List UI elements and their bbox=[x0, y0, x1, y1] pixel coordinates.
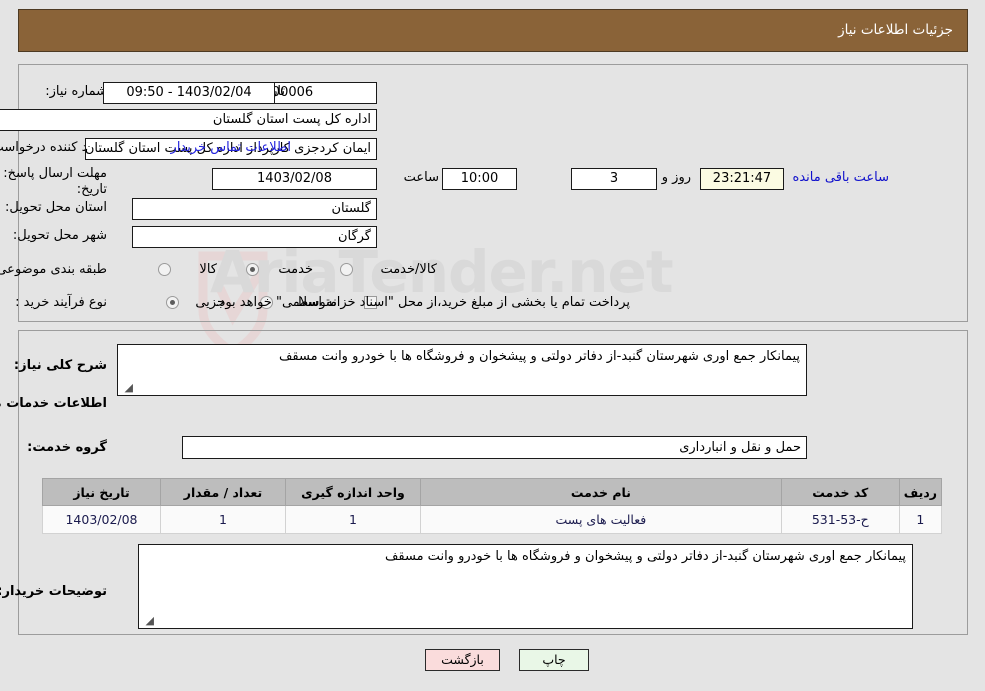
th-quantity: تعداد / مقدار bbox=[160, 478, 286, 506]
service-group-field[interactable]: حمل و نقل و انبارداری bbox=[182, 436, 807, 459]
need-description-text: پیمانکار جمع اوری شهرستان گنبد-از دفاتر … bbox=[278, 349, 800, 364]
table-row[interactable]: 1 ح-53-531 فعالیت های پست 1 1 1403/02/08 bbox=[42, 505, 943, 534]
label-delivery-city: شهر محل تحویل: bbox=[12, 228, 107, 243]
deadline-days-field[interactable]: 3 bbox=[571, 168, 657, 190]
label-response-deadline: مهلت ارسال پاسخ: تا تاریخ: bbox=[0, 166, 107, 181]
services-section-heading: اطلاعات خدمات مورد نیاز bbox=[0, 396, 107, 411]
buyer-org-field[interactable]: اداره کل پست استان گلستان bbox=[0, 109, 377, 131]
resize-grip-icon-2[interactable]: ◢ bbox=[142, 615, 154, 627]
label-purchase-process: نوع فرآیند خرید : bbox=[15, 295, 107, 310]
cell-unit: 1 bbox=[285, 505, 421, 534]
deadline-date-field[interactable]: 1403/02/08 bbox=[212, 168, 377, 190]
label-category-khedmat: خدمت bbox=[278, 262, 313, 277]
th-unit: واحد اندازه گیری bbox=[285, 478, 421, 506]
deadline-hour-field[interactable]: 10:00 bbox=[442, 168, 517, 190]
label-deadline-hour: ساعت bbox=[403, 170, 439, 185]
print-button[interactable]: چاپ bbox=[519, 649, 589, 671]
need-description-textarea[interactable]: پیمانکار جمع اوری شهرستان گنبد-از دفاتر … bbox=[117, 344, 807, 396]
radio-process-jozi[interactable] bbox=[166, 296, 179, 309]
th-service-name: نام خدمت bbox=[420, 478, 782, 506]
resize-grip-icon[interactable]: ◢ bbox=[121, 382, 133, 394]
table-header-row: ردیف کد خدمت نام خدمت واحد اندازه گیری ت… bbox=[42, 478, 943, 506]
radio-category-khedmat[interactable] bbox=[246, 263, 259, 276]
label-category-kala: کالا bbox=[199, 262, 217, 277]
back-button[interactable]: بازگشت bbox=[425, 649, 500, 671]
label-response-deadline-2: تاریخ: bbox=[76, 182, 107, 197]
buyer-contact-link[interactable]: اطلاعات تماس خریدار bbox=[171, 140, 291, 155]
buyer-notes-textarea[interactable]: پیمانکار جمع اوری شهرستان گنبد-از دفاتر … bbox=[138, 544, 913, 629]
label-islamic-treasury: پرداخت تمام یا بخشی از مبلغ خرید،از محل … bbox=[215, 295, 630, 310]
label-service-group: گروه خدمت: bbox=[27, 440, 107, 455]
announce-datetime-field[interactable]: 1403/02/04 - 09:50 bbox=[103, 82, 275, 104]
th-row-no: ردیف bbox=[898, 478, 943, 506]
radio-category-kala[interactable] bbox=[158, 263, 171, 276]
buyer-notes-text: پیمانکار جمع اوری شهرستان گنبد-از دفاتر … bbox=[384, 549, 906, 564]
cell-service-name: فعالیت های پست bbox=[420, 505, 782, 534]
cell-need-date: 1403/02/08 bbox=[42, 505, 161, 534]
cell-quantity: 1 bbox=[160, 505, 286, 534]
label-category-kala-khedmat: کالا/خدمت bbox=[380, 262, 437, 277]
page-title: جزئیات اطلاعات نیاز bbox=[838, 22, 953, 38]
delivery-province-field[interactable]: گلستان bbox=[132, 198, 377, 220]
cell-service-code: ح-53-531 bbox=[780, 505, 900, 534]
label-deadline-days: روز و bbox=[661, 170, 691, 185]
label-countdown-remaining: ساعت باقی مانده bbox=[792, 170, 889, 185]
services-table: ردیف کد خدمت نام خدمت واحد اندازه گیری ت… bbox=[42, 478, 943, 534]
label-buyer-notes: توضیحات خریدار: bbox=[0, 584, 107, 599]
th-service-code: کد خدمت bbox=[780, 478, 900, 506]
deadline-countdown-field: 23:21:47 bbox=[700, 168, 784, 190]
page-root: AriaTender.net جزئیات اطلاعات نیاز شماره… bbox=[0, 0, 985, 691]
delivery-city-field[interactable]: گرگان bbox=[132, 226, 377, 248]
label-need-number: شماره نیاز: bbox=[45, 84, 107, 99]
label-delivery-province: استان محل تحویل: bbox=[5, 200, 107, 215]
th-need-date: تاریخ نیاز bbox=[42, 478, 161, 506]
label-need-description: شرح کلی نیاز: bbox=[13, 358, 107, 373]
window-title-bar: جزئیات اطلاعات نیاز bbox=[18, 9, 968, 52]
radio-category-kala-khedmat[interactable] bbox=[340, 263, 353, 276]
cell-row-no: 1 bbox=[898, 505, 943, 534]
label-subject-category: طبقه بندی موضوعی: bbox=[0, 262, 107, 277]
